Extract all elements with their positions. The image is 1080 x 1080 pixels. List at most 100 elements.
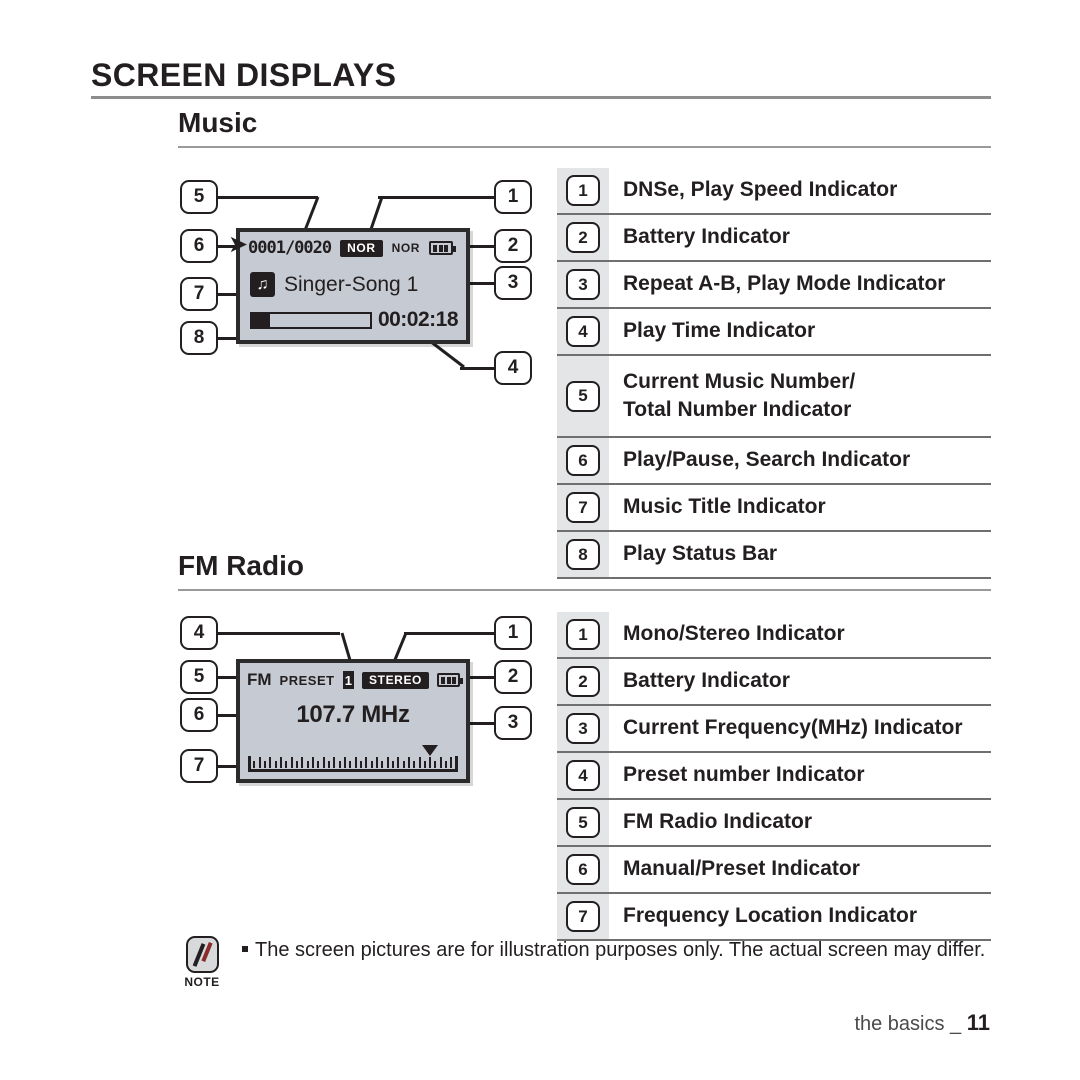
frequency-tick bbox=[253, 761, 256, 768]
music-legend-rows: 1 DNSe, Play Speed Indicator 2 Battery Indi… bbox=[557, 168, 991, 579]
section-divider-music bbox=[178, 146, 991, 148]
callout-fm-5: 5 bbox=[180, 660, 218, 694]
fm_legend-chip-6: 6 bbox=[566, 854, 600, 885]
music_legend-label-line: Total Number Indicator bbox=[623, 398, 852, 421]
preset-number-indicator: 1 bbox=[342, 671, 355, 689]
music_legend-number-cell: 3 bbox=[557, 269, 609, 300]
section-divider-fm-radio bbox=[178, 589, 991, 591]
music_legend-number-cell: 1 bbox=[557, 175, 609, 206]
callout-fm-3: 3 bbox=[494, 706, 532, 740]
frequency-row: 107.7 MHz bbox=[240, 701, 466, 729]
fm_legend-row-5: 5 FM Radio Indicator bbox=[557, 800, 991, 847]
frequency-tick bbox=[402, 761, 405, 768]
fm_legend-row-1: 1 Mono/Stereo Indicator bbox=[557, 612, 991, 659]
fm_legend-chip-1: 1 bbox=[566, 619, 600, 650]
frequency-tick bbox=[306, 761, 309, 768]
fm_legend-chip-2: 2 bbox=[566, 666, 600, 697]
callout-music-7: 7 bbox=[180, 277, 218, 311]
music_legend-label-5: Current Music Number/Total Number Indica… bbox=[609, 368, 855, 425]
frequency-tick bbox=[343, 757, 346, 768]
callout-music-6: 6 bbox=[180, 229, 218, 263]
music_legend-chip-5: 5 bbox=[566, 380, 600, 412]
music_legend-number-cell: 7 bbox=[557, 492, 609, 523]
callout-music-3: 3 bbox=[494, 266, 532, 300]
frequency-tick bbox=[285, 761, 288, 768]
music_legend-label-line: Play/Pause, Search Indicator bbox=[623, 448, 911, 472]
leader-fm-4 bbox=[218, 632, 340, 635]
frequency-tick bbox=[450, 757, 453, 768]
manual-page: SCREEN DISPLAYS Music 5 6 7 8 1 2 3 4 ➤ … bbox=[0, 0, 1080, 1080]
music_legend-label-line: Battery Indicator bbox=[623, 225, 790, 249]
frequency-tick bbox=[311, 757, 314, 768]
frequency-tick bbox=[263, 761, 266, 768]
fm_legend-row-7: 7 Frequency Location Indicator bbox=[557, 894, 991, 941]
callout-music-1: 1 bbox=[494, 180, 532, 214]
callout-fm-7: 7 bbox=[180, 749, 218, 783]
music_legend-row-4: 4 Play Time Indicator bbox=[557, 309, 991, 356]
music_legend-row-7: 7 Music Title Indicator bbox=[557, 485, 991, 532]
fm-legend-rows: 1 Mono/Stereo Indicator 2 Battery Indicator… bbox=[557, 612, 991, 941]
fm_legend-label-4: Preset number Indicator bbox=[609, 761, 865, 789]
fm_legend-number-cell: 7 bbox=[557, 901, 609, 932]
fm_legend-label-line: Preset number Indicator bbox=[623, 763, 865, 787]
frequency-tick bbox=[423, 761, 426, 768]
fm_legend-row-3: 3 Current Frequency(MHz) Indicator bbox=[557, 706, 991, 753]
frequency-tick bbox=[418, 757, 421, 768]
frequency-tick bbox=[338, 761, 341, 768]
chapter-divider bbox=[91, 96, 991, 99]
frequency-tick bbox=[359, 761, 362, 768]
frequency-tick bbox=[349, 761, 352, 768]
music_legend-label-7: Music Title Indicator bbox=[609, 493, 826, 521]
frequency-scale-ticks bbox=[248, 756, 458, 768]
fm_legend-label-line: Battery Indicator bbox=[623, 669, 790, 693]
music_legend-label-1: DNSe, Play Speed Indicator bbox=[609, 176, 897, 204]
frequency-tick bbox=[279, 757, 282, 768]
fm_legend-label-line: Manual/Preset Indicator bbox=[623, 857, 860, 881]
frequency-tick bbox=[375, 757, 378, 768]
fm_legend-number-cell: 1 bbox=[557, 619, 609, 650]
fm_legend-row-4: 4 Preset number Indicator bbox=[557, 753, 991, 800]
fm_legend-label-2: Battery Indicator bbox=[609, 667, 790, 695]
frequency-tick bbox=[269, 757, 272, 768]
callout-fm-1: 1 bbox=[494, 616, 532, 650]
music_legend-chip-1: 1 bbox=[566, 175, 600, 206]
section-heading-fm-radio: FM Radio bbox=[178, 550, 304, 581]
frequency-tick bbox=[397, 757, 400, 768]
play-time-indicator: 00:02:18 bbox=[377, 308, 459, 331]
music_legend-chip-4: 4 bbox=[566, 316, 600, 347]
dnse-indicator: NOR bbox=[340, 239, 383, 257]
leader-fm-1 bbox=[404, 632, 496, 635]
music_legend-label-4: Play Time Indicator bbox=[609, 317, 815, 345]
callout-music-8: 8 bbox=[180, 321, 218, 355]
current-total-track-number: 0001/0020 bbox=[248, 238, 332, 258]
frequency-tick bbox=[317, 761, 320, 768]
manual-preset-indicator: PRESET bbox=[279, 672, 335, 688]
fm_legend-row-6: 6 Manual/Preset Indicator bbox=[557, 847, 991, 894]
leader-music-1 bbox=[378, 196, 494, 199]
note-block: NOTE The screen pictures are for illustr… bbox=[180, 936, 1000, 989]
play-status-row: 00:02:18 bbox=[250, 308, 459, 332]
frequency-tick bbox=[295, 761, 298, 768]
fm-legend-table: 1 Mono/Stereo Indicator 2 Battery Indicator… bbox=[557, 612, 991, 941]
fm_legend-label-line: Current Frequency(MHz) Indicator bbox=[623, 716, 963, 740]
frequency-tick bbox=[391, 761, 394, 768]
music-screen-lcd: 0001/0020 NOR NOR ♫ Singer-Song 1 00:02:… bbox=[236, 228, 470, 344]
fm_legend-label-line: Frequency Location Indicator bbox=[623, 904, 918, 928]
music_legend-label-line: Music Title Indicator bbox=[623, 495, 826, 519]
music_legend-label-line: Play Time Indicator bbox=[623, 319, 816, 343]
callout-fm-6: 6 bbox=[180, 698, 218, 732]
fm_legend-row-2: 2 Battery Indicator bbox=[557, 659, 991, 706]
fm_legend-label-6: Manual/Preset Indicator bbox=[609, 855, 860, 883]
music_legend-row-2: 2 Battery Indicator bbox=[557, 215, 991, 262]
footer-page-number: 11 bbox=[966, 1010, 990, 1035]
callout-music-2: 2 bbox=[494, 229, 532, 263]
play-status-bar bbox=[250, 311, 372, 329]
page-footer: the basics _ 11 bbox=[854, 1010, 990, 1036]
frequency-tick bbox=[301, 757, 304, 768]
frequency-tick bbox=[274, 761, 277, 768]
music_legend-chip-3: 3 bbox=[566, 269, 600, 300]
callout-music-4: 4 bbox=[494, 351, 532, 385]
frequency-tick bbox=[365, 757, 368, 768]
music_legend-label-line: Repeat A-B, Play Mode Indicator bbox=[623, 272, 946, 296]
fm_legend-number-cell: 2 bbox=[557, 666, 609, 697]
